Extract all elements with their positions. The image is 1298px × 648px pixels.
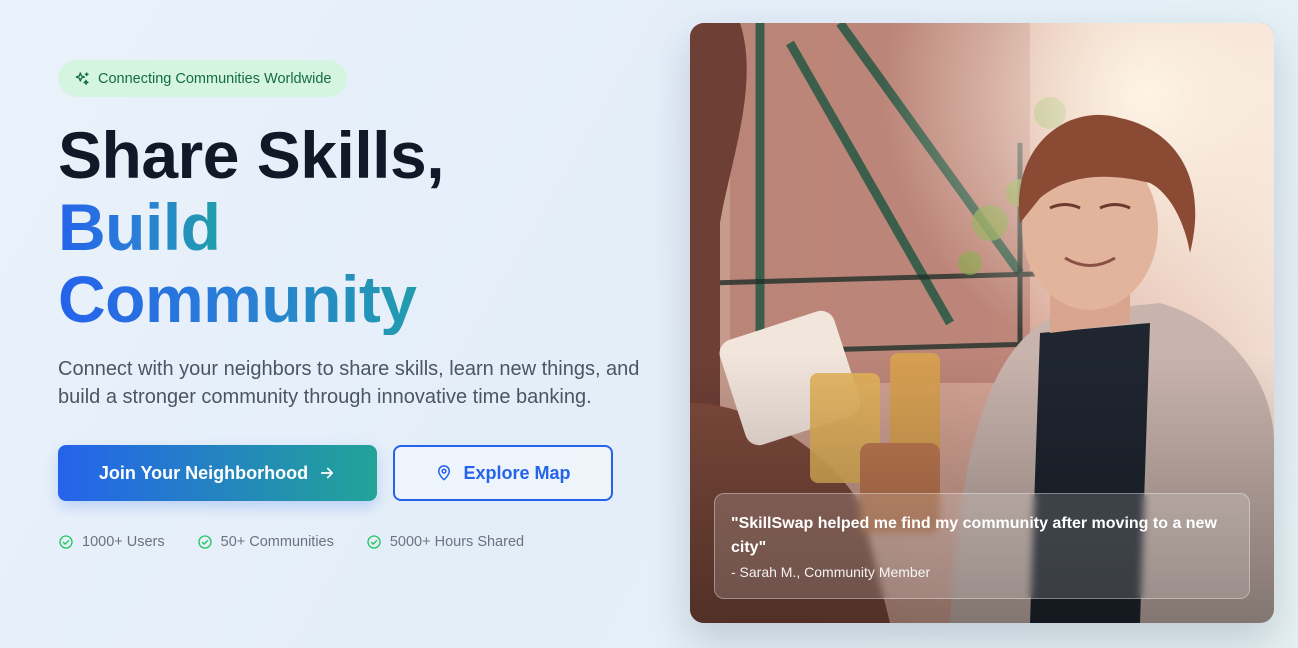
testimonial-card: "SkillSwap helped me find my community a… xyxy=(714,493,1250,599)
title-line-1: Share Skills, xyxy=(58,118,445,192)
hero-description: Connect with your neighbors to share ski… xyxy=(58,358,640,408)
sparkles-icon xyxy=(75,71,89,85)
hero-image-card: "SkillSwap helped me find my community a… xyxy=(690,23,1274,623)
hero-section: Connecting Communities Worldwide Share S… xyxy=(0,0,1298,648)
explore-map-label: Explore Map xyxy=(463,462,571,483)
join-neighborhood-label: Join Your Neighborhood xyxy=(98,462,309,483)
stat-hours: 5000+ Hours Shared xyxy=(366,534,524,550)
map-pin-icon xyxy=(438,465,451,481)
page-title: Share Skills, Build Community xyxy=(58,119,658,335)
title-line-2: Build xyxy=(58,191,238,263)
arrow-right-icon xyxy=(321,467,334,479)
testimonial-quote: "SkillSwap helped me find my community a… xyxy=(731,515,1217,556)
badge-label: Connecting Communities Worldwide xyxy=(98,70,332,87)
testimonial-author: - Sarah M., Community Member xyxy=(731,564,931,580)
hero-actions: Join Your Neighborhood Explore Map xyxy=(58,445,658,501)
stat-label: 5000+ Hours Shared xyxy=(389,534,525,550)
title-line-3: Community xyxy=(58,263,468,335)
stat-label: 50+ Communities xyxy=(220,534,334,550)
check-circle-icon xyxy=(59,535,73,549)
hero-content: Connecting Communities Worldwide Share S… xyxy=(58,60,658,550)
explore-map-button[interactable]: Explore Map xyxy=(393,445,613,501)
community-badge: Connecting Communities Worldwide xyxy=(58,60,348,97)
check-circle-icon xyxy=(367,535,381,549)
stat-communities: 50+ Communities xyxy=(197,534,334,550)
stat-label: 1000+ Users xyxy=(82,534,165,550)
check-circle-icon xyxy=(197,535,212,549)
stat-users: 1000+ Users xyxy=(58,534,165,550)
stats-row: 1000+ Users 50+ Communities 5000+ Hours … xyxy=(58,534,658,550)
join-neighborhood-button[interactable]: Join Your Neighborhood xyxy=(58,445,377,501)
